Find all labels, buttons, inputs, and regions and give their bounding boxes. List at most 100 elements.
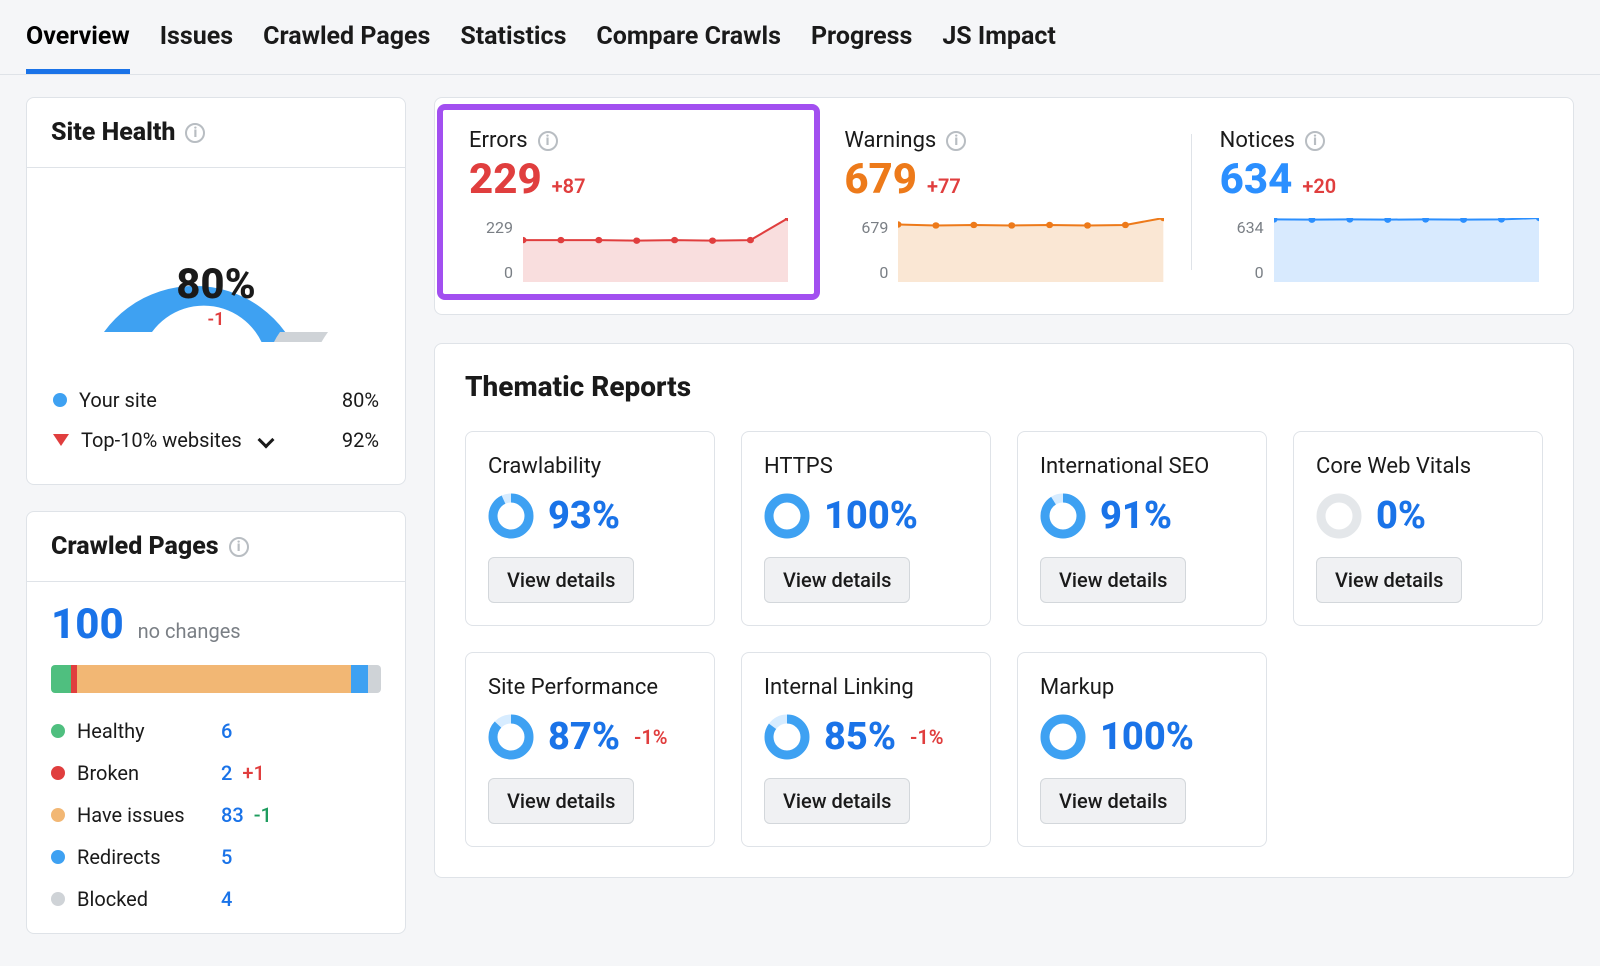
view-details-button[interactable]: View details: [1040, 557, 1186, 603]
thematic-value: 100%: [824, 494, 918, 538]
summary-card: Errorsi 229+87 2290 Warningsi 679+77 679…: [434, 97, 1574, 315]
list-value: 5: [221, 845, 232, 869]
crawled-pages-card: Crawled Pages i 100 no changes Healthy6B…: [26, 511, 406, 934]
summary-errors[interactable]: Errorsi 229+87 2290: [441, 108, 816, 296]
thematic-delta: -1%: [910, 725, 944, 749]
legend-label: Top-10% websites: [81, 428, 242, 452]
summary-delta: +20: [1302, 174, 1336, 198]
thematic-item: Crawlability 93% View details: [465, 431, 715, 626]
tab-overview[interactable]: Overview: [26, 22, 130, 74]
view-details-button[interactable]: View details: [488, 778, 634, 824]
list-item[interactable]: Redirects 5: [51, 845, 381, 869]
summary-value: 679: [844, 155, 917, 204]
list-label: Broken: [77, 761, 139, 785]
list-delta: -1: [254, 803, 272, 827]
list-value: 83: [221, 803, 244, 827]
info-icon[interactable]: i: [538, 131, 558, 151]
list-value: 2: [221, 761, 232, 785]
tab-progress[interactable]: Progress: [811, 22, 912, 74]
axis-zero: 0: [469, 263, 513, 282]
thematic-label: International SEO: [1040, 454, 1244, 479]
view-details-button[interactable]: View details: [1040, 778, 1186, 824]
summary-label: Warnings: [844, 128, 936, 153]
donut-icon: [764, 493, 810, 539]
summary-notices[interactable]: Noticesi 634+20 6340: [1192, 108, 1567, 296]
list-label: Redirects: [77, 845, 161, 869]
thematic-item: Core Web Vitals 0% View details: [1293, 431, 1543, 626]
view-details-button[interactable]: View details: [488, 557, 634, 603]
list-value: 6: [221, 719, 232, 743]
bar-segment: [368, 665, 381, 693]
thematic-item: Internal Linking 85% -1% View details: [741, 652, 991, 847]
donut-icon: [1316, 493, 1362, 539]
info-icon[interactable]: i: [185, 123, 205, 143]
tab-compare-crawls[interactable]: Compare Crawls: [596, 22, 781, 74]
list-item[interactable]: Broken 2 +1: [51, 761, 381, 785]
dot-icon: [53, 393, 67, 407]
summary-value: 634: [1220, 155, 1293, 204]
crawled-bar: [51, 665, 381, 693]
tabs: Overview Issues Crawled Pages Statistics Com…: [0, 0, 1600, 75]
tab-crawled-pages[interactable]: Crawled Pages: [263, 22, 430, 74]
bar-segment: [77, 665, 351, 693]
thematic-value: 91%: [1100, 494, 1172, 538]
dot-icon: [51, 892, 65, 906]
list-item[interactable]: Healthy 6: [51, 719, 381, 743]
tab-js-impact[interactable]: JS Impact: [942, 22, 1055, 74]
thematic-label: Core Web Vitals: [1316, 454, 1520, 479]
gauge-value: 80%: [76, 260, 356, 309]
view-details-button[interactable]: View details: [764, 778, 910, 824]
thematic-value: 85%: [824, 715, 896, 759]
dot-icon: [51, 766, 65, 780]
thematic-item: Markup 100% View details: [1017, 652, 1267, 847]
summary-label: Errors: [469, 128, 528, 153]
crawled-pages-title: Crawled Pages: [51, 532, 219, 561]
crawled-pages-header: Crawled Pages i: [27, 512, 405, 582]
list-label: Healthy: [77, 719, 145, 743]
bar-segment: [351, 665, 368, 693]
site-health-header: Site Health i: [27, 98, 405, 168]
legend-value: 92%: [342, 428, 379, 452]
summary-warnings[interactable]: Warningsi 679+77 6790: [816, 108, 1191, 296]
list-value: 4: [221, 887, 232, 911]
info-icon[interactable]: i: [1305, 131, 1325, 151]
dot-icon: [51, 724, 65, 738]
thematic-grid: Crawlability 93% View details HTTPS 100%…: [435, 413, 1573, 877]
thematic-label: Internal Linking: [764, 675, 968, 700]
summary-value: 229: [469, 155, 542, 204]
donut-icon: [488, 714, 534, 760]
gauge: 80% -1: [27, 168, 405, 352]
legend-row[interactable]: Top-10% websites 92%: [53, 420, 379, 460]
thematic-label: Markup: [1040, 675, 1244, 700]
legend-row: Your site 80%: [53, 380, 379, 420]
axis-zero: 0: [1220, 263, 1264, 282]
list-item[interactable]: Have issues83-1: [51, 803, 381, 827]
chevron-down-icon: [257, 432, 274, 449]
thematic-card: Thematic Reports Crawlability 93% View d…: [434, 343, 1574, 878]
list-item[interactable]: Blocked4: [51, 887, 381, 911]
view-details-button[interactable]: View details: [764, 557, 910, 603]
thematic-value: 93%: [548, 494, 620, 538]
crawled-total[interactable]: 100: [51, 600, 124, 649]
thematic-item: Site Performance 87% -1% View details: [465, 652, 715, 847]
donut-icon: [1040, 493, 1086, 539]
site-health-card: Site Health i 80% -1 Your site 80% Top-10%…: [26, 97, 406, 485]
legend-value: 80%: [342, 388, 379, 412]
thematic-value: 87%: [548, 715, 620, 759]
thematic-item: International SEO 91% View details: [1017, 431, 1267, 626]
tab-statistics[interactable]: Statistics: [460, 22, 566, 74]
view-details-button[interactable]: View details: [1316, 557, 1462, 603]
info-icon[interactable]: i: [229, 537, 249, 557]
thematic-value: 0%: [1376, 494, 1426, 538]
bar-segment: [51, 665, 71, 693]
list-delta: +1: [242, 761, 264, 785]
summary-delta: +87: [552, 174, 586, 198]
thematic-label: HTTPS: [764, 454, 968, 479]
thematic-delta: -1%: [634, 725, 668, 749]
legend-label: Your site: [79, 388, 157, 412]
donut-icon: [1040, 714, 1086, 760]
tab-issues[interactable]: Issues: [160, 22, 233, 74]
info-icon[interactable]: i: [946, 131, 966, 151]
thematic-value: 100%: [1100, 715, 1194, 759]
site-health-title: Site Health: [51, 118, 175, 147]
